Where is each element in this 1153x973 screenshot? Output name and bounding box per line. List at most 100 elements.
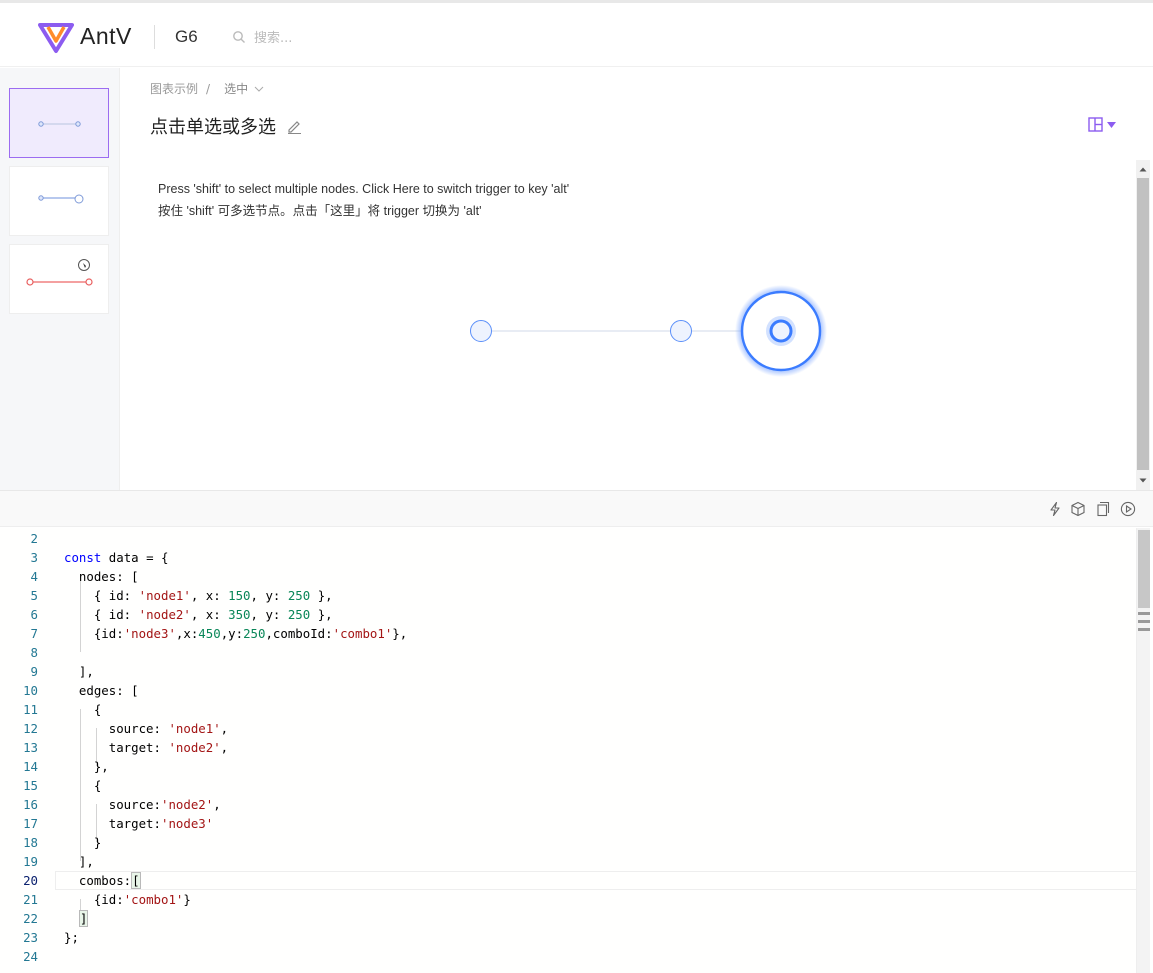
code-text[interactable]: { id: 'node1', x: 150, y: 250 }, bbox=[64, 586, 333, 605]
code-text[interactable]: { id: 'node2', x: 350, y: 250 }, bbox=[64, 605, 333, 624]
code-text[interactable]: nodes: [ bbox=[64, 567, 139, 586]
edit-icon[interactable] bbox=[286, 118, 302, 134]
line-number: 10 bbox=[23, 683, 38, 698]
code-text[interactable]: combos:[ bbox=[64, 871, 141, 890]
scrollbar-thumb[interactable] bbox=[1137, 178, 1149, 470]
code-text[interactable]: ] bbox=[64, 909, 89, 928]
line-number: 4 bbox=[30, 569, 38, 584]
search-box[interactable]: 搜索... bbox=[232, 27, 292, 46]
line-number: 3 bbox=[30, 550, 38, 565]
line-number: 23 bbox=[23, 930, 38, 945]
chevron-down-icon[interactable] bbox=[254, 85, 264, 93]
line-number: 18 bbox=[23, 835, 38, 850]
layout-toggle-button[interactable] bbox=[1088, 117, 1116, 132]
code-line: 13 target: 'node2', bbox=[0, 738, 1136, 757]
example-thumbnail-1[interactable] bbox=[9, 88, 109, 158]
example-thumbnail-2[interactable] bbox=[9, 166, 109, 236]
code-line: 15 { bbox=[0, 776, 1136, 795]
scroll-marker bbox=[1138, 628, 1150, 631]
code-text[interactable]: target: 'node2', bbox=[64, 738, 228, 757]
selected-graph-node[interactable] bbox=[769, 319, 793, 343]
product-name[interactable]: G6 bbox=[175, 27, 198, 47]
caret-down-icon bbox=[1107, 121, 1116, 128]
line-number: 11 bbox=[23, 702, 38, 717]
code-line: 23}; bbox=[0, 928, 1136, 947]
scroll-up-arrow-icon[interactable] bbox=[1136, 162, 1150, 176]
page-title-text: 点击单选或多选 bbox=[150, 117, 276, 138]
code-line: 8 bbox=[0, 643, 1136, 662]
canvas-scrollbar[interactable] bbox=[1136, 160, 1150, 490]
code-text[interactable]: } bbox=[64, 833, 101, 852]
line-number: 5 bbox=[30, 588, 38, 603]
code-line: 22 ] bbox=[0, 909, 1136, 928]
graph-node[interactable] bbox=[470, 320, 492, 342]
code-text[interactable]: { bbox=[64, 700, 101, 719]
examples-sidebar bbox=[0, 68, 120, 490]
line-number: 8 bbox=[30, 645, 38, 660]
site-header: AntV G6 搜索... bbox=[0, 3, 1153, 67]
breadcrumb-separator: / bbox=[206, 81, 211, 96]
code-text[interactable]: }; bbox=[64, 928, 79, 947]
code-text[interactable]: ], bbox=[64, 662, 94, 681]
line-number: 19 bbox=[23, 854, 38, 869]
example-thumbnail-3[interactable] bbox=[9, 244, 109, 314]
scroll-down-arrow-icon[interactable] bbox=[1136, 474, 1150, 488]
code-line: 4 nodes: [ bbox=[0, 567, 1136, 586]
line-number: 24 bbox=[23, 949, 38, 964]
play-icon[interactable] bbox=[1120, 501, 1136, 517]
brand-name[interactable]: AntV bbox=[80, 23, 132, 50]
code-text[interactable]: {id:'combo1'} bbox=[64, 890, 191, 909]
code-line: 24 bbox=[0, 947, 1136, 966]
code-editor[interactable]: 2 3 const data = { 4 nodes: [ 5 { id: 'no… bbox=[0, 528, 1136, 973]
search-input[interactable]: 搜索... bbox=[254, 27, 292, 46]
code-line: 16 source:'node2', bbox=[0, 795, 1136, 814]
code-line: 19 ], bbox=[0, 852, 1136, 871]
code-line: 14 }, bbox=[0, 757, 1136, 776]
editor-scrollbar-thumb[interactable] bbox=[1138, 530, 1150, 608]
graph-node[interactable] bbox=[670, 320, 692, 342]
code-text[interactable]: source:'node2', bbox=[64, 795, 221, 814]
page-title: 点击单选或多选 bbox=[150, 113, 302, 139]
code-text[interactable]: { bbox=[64, 776, 101, 795]
line-number: 16 bbox=[23, 797, 38, 812]
description-line-en[interactable]: Press 'shift' to select multiple nodes. … bbox=[158, 178, 569, 200]
lightning-icon[interactable] bbox=[1047, 501, 1063, 517]
antv-logo-icon[interactable] bbox=[38, 21, 74, 55]
layout-icon bbox=[1088, 117, 1103, 132]
example-description: Press 'shift' to select multiple nodes. … bbox=[158, 178, 569, 222]
code-line: 18 } bbox=[0, 833, 1136, 852]
breadcrumb-root[interactable]: 图表示例 bbox=[150, 80, 198, 97]
code-text[interactable]: const data = { bbox=[64, 548, 168, 567]
copy-icon[interactable] bbox=[1094, 501, 1110, 517]
line-number: 13 bbox=[23, 740, 38, 755]
description-line-zh[interactable]: 按住 'shift' 可多选节点。点击「这里」将 trigger 切换为 'al… bbox=[158, 200, 569, 222]
thumbnail-preview bbox=[26, 259, 93, 286]
line-number: 9 bbox=[30, 664, 38, 679]
code-text[interactable]: source: 'node1', bbox=[64, 719, 228, 738]
line-number: 15 bbox=[23, 778, 38, 793]
editor-scrollbar[interactable] bbox=[1136, 528, 1150, 973]
code-text[interactable]: edges: [ bbox=[64, 681, 139, 700]
scroll-marker bbox=[1138, 612, 1150, 615]
code-line: 12 source: 'node1', bbox=[0, 719, 1136, 738]
line-number: 22 bbox=[23, 911, 38, 926]
code-text[interactable]: }, bbox=[64, 757, 109, 776]
editor-toolbar bbox=[0, 491, 1153, 527]
line-number: 20 bbox=[23, 873, 38, 888]
current-line-highlight bbox=[55, 871, 1136, 890]
code-text[interactable]: target:'node3' bbox=[64, 814, 213, 833]
code-line: 17 target:'node3' bbox=[0, 814, 1136, 833]
code-line: 6 { id: 'node2', x: 350, y: 250 }, bbox=[0, 605, 1136, 624]
cube-icon[interactable] bbox=[1070, 501, 1086, 517]
code-line: 7 {id:'node3',x:450,y:250,comboId:'combo… bbox=[0, 624, 1136, 643]
code-line-current: 20 combos:[ bbox=[0, 871, 1136, 890]
scroll-marker bbox=[1138, 620, 1150, 623]
breadcrumb-current[interactable]: 选中 bbox=[224, 80, 248, 97]
code-line: 10 edges: [ bbox=[0, 681, 1136, 700]
thumbnail-preview bbox=[38, 194, 84, 204]
header-divider bbox=[154, 25, 155, 49]
code-line: 11 { bbox=[0, 700, 1136, 719]
line-number: 6 bbox=[30, 607, 38, 622]
code-text[interactable]: ], bbox=[64, 852, 94, 871]
code-text[interactable]: {id:'node3',x:450,y:250,comboId:'combo1'… bbox=[64, 624, 407, 643]
